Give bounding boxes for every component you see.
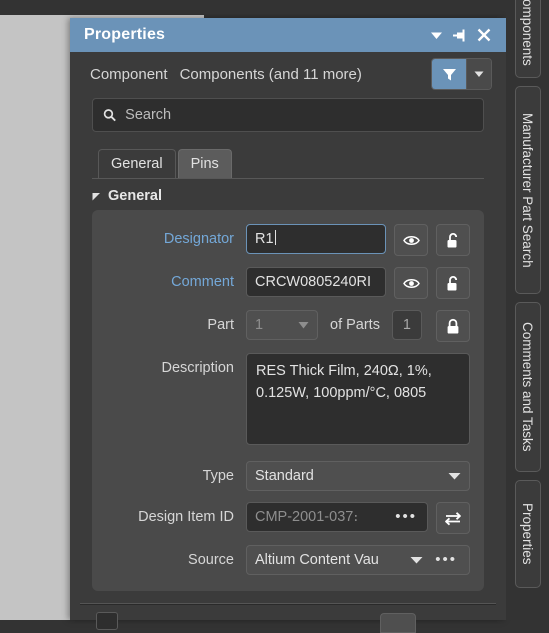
designator-field-wrap: R1 xyxy=(246,224,386,254)
search-input[interactable] xyxy=(125,107,473,123)
design-item-id-label: Design Item ID xyxy=(138,509,234,525)
chevron-down-icon xyxy=(448,473,461,480)
panel-titlebar: Properties xyxy=(70,18,506,52)
comment-visibility-button[interactable] xyxy=(394,267,428,299)
eye-icon xyxy=(402,278,420,288)
text-caret xyxy=(274,230,276,245)
of-parts-label: of Parts xyxy=(330,317,380,333)
part-dropdown[interactable]: 1 xyxy=(246,310,318,340)
right-tab-rail: omponents Manufacturer Part Search Comme… xyxy=(506,0,549,620)
description-field-wrap xyxy=(246,353,470,450)
designator-lock-button[interactable] xyxy=(436,224,470,256)
designator-row: Designator R1 xyxy=(106,224,470,256)
tab-pins[interactable]: Pins xyxy=(177,149,232,179)
design-item-id-row: Design Item ID CMP-2001-037։ ••• xyxy=(106,502,470,534)
swap-arrows-icon xyxy=(445,511,461,525)
designator-visibility-button[interactable] xyxy=(394,224,428,256)
peek-checkbox[interactable] xyxy=(96,612,118,630)
designator-label[interactable]: Designator xyxy=(106,224,246,254)
locked-padlock-icon xyxy=(447,318,459,333)
type-field-wrap: Standard xyxy=(246,461,470,491)
comment-lock-button[interactable] xyxy=(436,267,470,299)
source-dropdown[interactable]: Altium Content Vau ••• xyxy=(246,545,470,575)
part-label: Part xyxy=(207,317,234,333)
description-label: Description xyxy=(161,360,234,376)
design-item-id-swap-button[interactable] xyxy=(436,502,470,534)
section-header-general[interactable]: General xyxy=(70,179,506,210)
section-header-general-label: General xyxy=(108,188,162,204)
type-row: Type Standard xyxy=(106,461,470,491)
tab-general[interactable]: General xyxy=(98,149,176,179)
search-box[interactable] xyxy=(92,98,484,132)
source-row: Source Altium Content Vau ••• xyxy=(106,545,470,575)
design-item-id-field-wrap: CMP-2001-037։ ••• xyxy=(246,502,428,532)
dock-pin-icon[interactable] xyxy=(448,23,472,47)
comment-input[interactable]: CRCW0805240RI xyxy=(246,267,386,297)
sidebar-tab-components[interactable]: omponents xyxy=(514,0,541,78)
tabstrip-underline xyxy=(92,178,484,179)
filter-button-group xyxy=(431,58,492,90)
panel-title: Properties xyxy=(84,26,166,43)
description-textarea[interactable] xyxy=(246,353,470,445)
part-lock-button[interactable] xyxy=(436,310,470,342)
part-row: Part 1 of Parts 1 xyxy=(106,310,470,342)
comment-field-wrap: CRCW0805240RI xyxy=(246,267,386,297)
peek-button[interactable] xyxy=(380,613,416,633)
type-dropdown[interactable]: Standard xyxy=(246,461,470,491)
description-row: Description xyxy=(106,353,470,450)
filter-dropdown-button[interactable] xyxy=(466,59,491,89)
chevron-down-icon xyxy=(410,557,423,564)
object-header: Component Components (and 11 more) xyxy=(70,52,506,96)
part-value: 1 xyxy=(255,317,264,333)
parts-total-value: 1 xyxy=(391,310,422,340)
dropdown-icon[interactable] xyxy=(424,23,448,47)
type-label: Type xyxy=(202,468,234,484)
source-value: Altium Content Vau xyxy=(255,552,379,568)
design-item-id-value: CMP-2001-037։ xyxy=(255,509,359,525)
close-icon[interactable] xyxy=(472,23,496,47)
source-browse-button[interactable]: ••• xyxy=(431,552,461,567)
filter-button[interactable] xyxy=(432,59,466,89)
tabstrip: General Pins xyxy=(70,149,506,179)
part-field-wrap: 1 of Parts 1 xyxy=(246,310,428,340)
general-field-group: Designator R1 Comment CRCW0805240RI Part… xyxy=(92,210,484,591)
search-row xyxy=(70,96,506,132)
unlocked-padlock-icon xyxy=(447,275,458,290)
designator-input[interactable]: R1 xyxy=(246,224,386,254)
object-scope-label: Components (and 11 more) xyxy=(179,65,362,83)
source-field-wrap: Altium Content Vau ••• xyxy=(246,545,470,575)
comment-label[interactable]: Comment xyxy=(106,267,246,297)
sidebar-tab-comments-and-tasks[interactable]: Comments and Tasks xyxy=(514,302,541,472)
eye-icon xyxy=(402,235,420,245)
unlocked-padlock-icon xyxy=(447,232,458,247)
comment-row: Comment CRCW0805240RI xyxy=(106,267,470,299)
triangle-down-icon xyxy=(92,192,100,200)
design-item-id-browse-button[interactable]: ••• xyxy=(391,509,421,524)
search-icon xyxy=(103,109,116,122)
chevron-down-icon xyxy=(298,322,309,329)
type-value: Standard xyxy=(255,468,314,484)
properties-panel: Properties Component Components (and 11 … xyxy=(70,18,506,633)
sidebar-tab-manufacturer-part-search[interactable]: Manufacturer Part Search xyxy=(514,86,541,294)
object-kind-label: Component xyxy=(90,65,168,83)
designator-value: R1 xyxy=(255,231,274,247)
design-item-id-input[interactable]: CMP-2001-037։ ••• xyxy=(246,502,428,532)
sidebar-tab-properties[interactable]: Properties xyxy=(514,480,541,588)
next-section-peek xyxy=(70,605,506,633)
source-label: Source xyxy=(188,552,234,568)
